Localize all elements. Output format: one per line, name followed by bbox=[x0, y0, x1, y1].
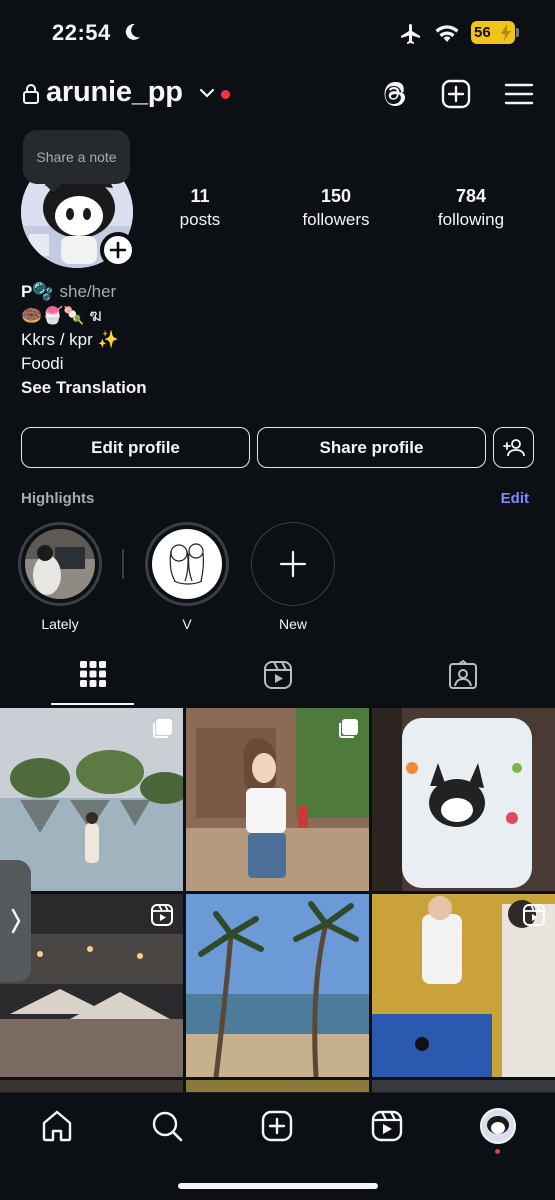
tagged-icon bbox=[448, 660, 477, 689]
edit-profile-button[interactable]: Edit profile bbox=[21, 427, 250, 468]
add-story-button[interactable] bbox=[100, 232, 136, 268]
side-panel-handle[interactable] bbox=[0, 860, 31, 982]
note-text: Share a note bbox=[36, 149, 117, 165]
following-label: following bbox=[437, 210, 505, 229]
plus-icon bbox=[109, 241, 127, 259]
tab-tagged[interactable] bbox=[370, 660, 555, 706]
threads-icon[interactable] bbox=[378, 78, 410, 110]
active-tab-indicator bbox=[51, 703, 134, 705]
followers-label: followers bbox=[302, 210, 370, 229]
stat-followers[interactable]: 150 followers bbox=[281, 186, 391, 230]
highlight-v-cover bbox=[152, 529, 222, 599]
chevron-down-icon[interactable] bbox=[199, 86, 215, 100]
reels-icon bbox=[263, 661, 292, 689]
airplane-icon bbox=[401, 24, 420, 44]
add-person-icon bbox=[502, 438, 525, 456]
carousel-icon bbox=[339, 719, 358, 738]
profile-avatar[interactable] bbox=[480, 1108, 516, 1144]
wifi-icon bbox=[435, 25, 459, 42]
pronouns: she/her bbox=[59, 282, 117, 301]
plus-icon bbox=[279, 550, 307, 578]
post-thumbnail[interactable] bbox=[186, 894, 369, 1077]
highlight-v-label: V bbox=[182, 616, 192, 632]
share-note-bubble[interactable]: Share a note bbox=[23, 130, 130, 184]
status-time: 22:54 bbox=[52, 20, 111, 45]
reel-icon bbox=[523, 904, 545, 926]
grid-icon bbox=[79, 661, 106, 687]
carousel-icon bbox=[153, 719, 172, 738]
status-bar: 22:54 56 bbox=[0, 0, 555, 66]
menu-icon[interactable] bbox=[503, 78, 535, 110]
post-thumbnail[interactable] bbox=[186, 708, 369, 891]
posts-count: 11 bbox=[190, 186, 210, 206]
chevron-right-icon bbox=[11, 908, 20, 934]
highlights-divider bbox=[122, 549, 124, 579]
stat-posts[interactable]: 11 posts bbox=[145, 186, 255, 230]
post-thumbnail[interactable] bbox=[186, 1080, 369, 1092]
bio-line-1: 🍩🍧🍡 ฆ bbox=[21, 306, 102, 325]
create-icon[interactable] bbox=[440, 78, 472, 110]
posts-label: posts bbox=[179, 210, 221, 229]
highlight-v[interactable]: V bbox=[145, 522, 229, 632]
post-thumbnail[interactable] bbox=[372, 708, 555, 891]
battery-level: 56 bbox=[474, 24, 491, 41]
reels-icon[interactable] bbox=[370, 1109, 404, 1143]
post-thumbnail[interactable] bbox=[0, 1080, 183, 1092]
discover-people-button[interactable] bbox=[493, 427, 534, 468]
lock-icon bbox=[23, 84, 39, 104]
post-thumbnail[interactable] bbox=[372, 894, 555, 1077]
see-translation-link[interactable]: See Translation bbox=[21, 376, 521, 400]
username[interactable]: arunie_pp bbox=[46, 76, 183, 109]
tab-reels[interactable] bbox=[185, 660, 370, 706]
highlights-title: Highlights bbox=[21, 490, 95, 507]
search-icon[interactable] bbox=[150, 1109, 184, 1143]
bio-name-line: P🫧 she/her bbox=[21, 280, 521, 304]
highlight-new-label: New bbox=[278, 616, 307, 632]
display-name: P🫧 bbox=[21, 282, 54, 301]
highlight-lately[interactable]: Lately bbox=[18, 522, 102, 632]
highlights-edit-link[interactable]: Edit bbox=[501, 490, 529, 507]
highlight-lately-cover bbox=[25, 529, 95, 599]
notification-dot bbox=[221, 90, 230, 99]
stat-following[interactable]: 784 following bbox=[416, 186, 526, 230]
charging-bolt-icon bbox=[501, 24, 511, 41]
following-count: 784 bbox=[455, 186, 487, 206]
tab-posts-grid[interactable] bbox=[0, 660, 185, 706]
profile-header: arunie_pp bbox=[0, 70, 555, 118]
highlight-lately-label: Lately bbox=[41, 616, 79, 632]
share-profile-button[interactable]: Share profile bbox=[257, 427, 486, 468]
reel-icon bbox=[151, 904, 173, 926]
bio-line-2: Kkrs / kpr ✨ bbox=[21, 330, 119, 349]
post-thumbnail[interactable] bbox=[0, 708, 183, 891]
notification-dot bbox=[495, 1149, 500, 1154]
create-icon[interactable] bbox=[260, 1109, 294, 1143]
followers-count: 150 bbox=[320, 186, 352, 206]
highlight-new[interactable]: New bbox=[251, 522, 335, 632]
moon-icon bbox=[125, 23, 140, 40]
profile-bio: P🫧 she/her 🍩🍧🍡 ฆ Kkrs / kpr ✨ Foodi See T… bbox=[21, 280, 521, 400]
bio-line-3: Foodi bbox=[21, 354, 64, 373]
post-thumbnail[interactable] bbox=[372, 1080, 555, 1092]
home-icon[interactable] bbox=[40, 1109, 74, 1143]
battery-icon: 56 bbox=[471, 21, 519, 44]
home-indicator bbox=[178, 1183, 378, 1189]
